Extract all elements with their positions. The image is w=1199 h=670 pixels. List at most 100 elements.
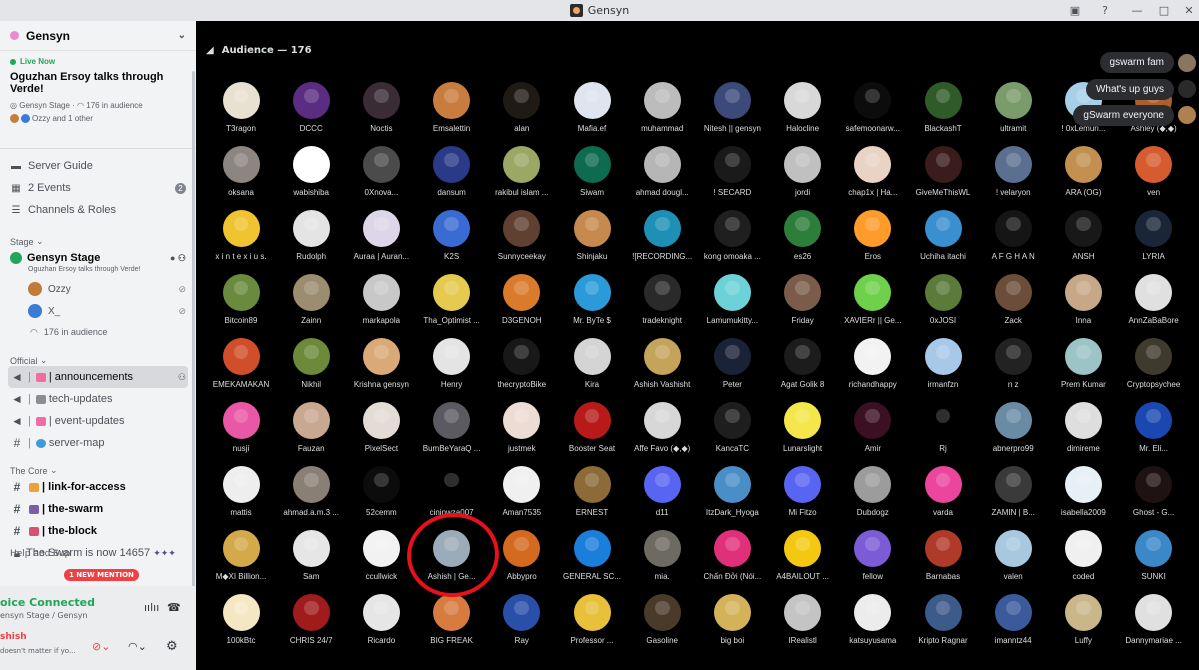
live-now-card[interactable]: Live Now Oguzhan Ersoy talks through Ver… — [0, 51, 196, 149]
audience-member[interactable]: Auraa | Auran... — [346, 210, 416, 274]
audience-member[interactable]: Ghost - G... — [1119, 466, 1189, 530]
audience-member[interactable]: Bitcoin89 — [206, 274, 276, 338]
audience-member[interactable]: Mr. ByTe $ — [557, 274, 627, 338]
audience-member[interactable]: D3GENOH — [487, 274, 557, 338]
nav-events[interactable]: ▦ 2 Events 2 — [0, 177, 196, 199]
audience-member[interactable]: Friday — [768, 274, 838, 338]
audience-member[interactable]: thecryptoBike — [487, 338, 557, 402]
voice-location[interactable]: ensyn Stage / Gensyn — [0, 611, 88, 620]
audience-member[interactable]: isabella2009 — [1048, 466, 1118, 530]
audience-member[interactable]: CHRIS 24/7 — [276, 594, 346, 658]
signal-icon[interactable]: ıılıı — [144, 601, 159, 614]
audience-member[interactable]: AnnZaBaBore — [1119, 274, 1189, 338]
chat-icon[interactable]: ● ⚇ — [170, 253, 186, 264]
audience-member[interactable]: Chấn Đởi (Nói... — [697, 530, 767, 594]
audience-member[interactable]: big boi — [697, 594, 767, 658]
audience-member[interactable]: Prem Kumar — [1048, 338, 1118, 402]
headphones-icon[interactable]: ◠⌄ — [128, 640, 147, 653]
audience-member[interactable]: A4BAILOUT ... — [768, 530, 838, 594]
audience-member[interactable]: DCCC — [276, 82, 346, 146]
audience-member[interactable]: richandhappy — [838, 338, 908, 402]
audience-member[interactable]: 52cemm — [346, 466, 416, 530]
audience-member[interactable]: ERNEST — [557, 466, 627, 530]
audience-member[interactable]: x i n t e x i u s. — [206, 210, 276, 274]
audience-member[interactable]: Gasoline — [627, 594, 697, 658]
audience-member[interactable]: XAVIERr || Ge... — [838, 274, 908, 338]
user-name[interactable]: shish — [0, 632, 27, 642]
stage-user[interactable]: Ozzy ⊘ — [0, 278, 196, 300]
audience-member[interactable]: varda — [908, 466, 978, 530]
audience-member[interactable]: Agat Golik 8 — [768, 338, 838, 402]
audience-member[interactable]: dansum — [417, 146, 487, 210]
audience-member[interactable]: markapola — [346, 274, 416, 338]
audience-member[interactable]: T3ragon — [206, 82, 276, 146]
audience-member[interactable]: imanntz44 — [978, 594, 1048, 658]
audience-member[interactable]: nusji — [206, 402, 276, 466]
sidebar-scrollbar[interactable] — [192, 71, 195, 601]
channel-the-block[interactable]: # | the-block — [8, 520, 188, 542]
audience-member[interactable]: K2S — [417, 210, 487, 274]
audience-member[interactable]: Siwam — [557, 146, 627, 210]
audience-member[interactable]: Mr. Eli... — [1119, 402, 1189, 466]
audience-member[interactable]: ! SECARD — [697, 146, 767, 210]
audience-member[interactable]: rakibul islam ... — [487, 146, 557, 210]
channel-tech-updates[interactable]: ◄ | tech-updates — [8, 388, 188, 410]
audience-member[interactable]: Dannymariae ... — [1119, 594, 1189, 658]
category-help[interactable]: Help and Sup — [0, 547, 196, 561]
audience-member[interactable]: 0xJOSI — [908, 274, 978, 338]
audience-member[interactable]: Ashish Vashisht — [627, 338, 697, 402]
audience-member[interactable]: Luffy — [1048, 594, 1118, 658]
audience-member[interactable]: KancaTC — [697, 402, 767, 466]
audience-member[interactable]: tradeknight — [627, 274, 697, 338]
audience-member[interactable]: jordi — [768, 146, 838, 210]
audience-member[interactable]: Noctis — [346, 82, 416, 146]
audience-member[interactable]: SUNKI — [1119, 530, 1189, 594]
audience-member[interactable]: Lunarslight — [768, 402, 838, 466]
audience-member[interactable]: Zainn — [276, 274, 346, 338]
gear-icon[interactable]: ⚙ — [166, 639, 178, 654]
channel-announcements[interactable]: ◄ | | announcements ⚇ — [8, 366, 188, 388]
category-the-core[interactable]: The Core ⌄ — [0, 458, 196, 476]
category-official[interactable]: Official ⌄ — [0, 348, 196, 366]
audience-member[interactable]: d11 — [627, 466, 697, 530]
stage-audience[interactable]: ◠ 176 in audience — [0, 322, 196, 342]
audience-member[interactable]: Peter — [697, 338, 767, 402]
audience-member[interactable]: Ray — [487, 594, 557, 658]
audience-member[interactable]: BumBeYaraQ ... — [417, 402, 487, 466]
audience-member[interactable]: mattis — [206, 466, 276, 530]
audience-member[interactable]: n z — [978, 338, 1048, 402]
audience-member[interactable]: coded — [1048, 530, 1118, 594]
audience-member[interactable]: katsuyusama — [838, 594, 908, 658]
add-member-icon[interactable]: ⚇ — [178, 372, 186, 383]
audience-member[interactable]: Ricardo — [346, 594, 416, 658]
maximize-button[interactable]: □ — [1155, 2, 1173, 18]
audience-member[interactable]: dimireme — [1048, 402, 1118, 466]
audience-member[interactable]: ! velaryon — [978, 146, 1048, 210]
audience-member[interactable]: 100kBtc — [206, 594, 276, 658]
audience-member[interactable]: ultramit — [978, 82, 1048, 146]
audience-member[interactable]: ahmad dougl... — [627, 146, 697, 210]
audience-member[interactable]: GENERAL SC... — [557, 530, 627, 594]
disconnect-icon[interactable]: ☎ — [167, 601, 181, 614]
audience-member[interactable]: Shinjaku — [557, 210, 627, 274]
audience-member[interactable]: chap1x | Ha... — [838, 146, 908, 210]
audience-member[interactable]: Amir — [838, 402, 908, 466]
audience-member[interactable]: Cryptopsychee — [1119, 338, 1189, 402]
audience-member[interactable]: Rj — [908, 402, 978, 466]
audience-member[interactable]: ItzDark_Hyoga — [697, 466, 767, 530]
audience-member[interactable]: BIG FREAK — [417, 594, 487, 658]
audience-member[interactable]: irmanfzn — [908, 338, 978, 402]
audience-member[interactable]: 0Xnova... — [346, 146, 416, 210]
audience-member[interactable]: Kripto Ragnar — [908, 594, 978, 658]
audience-member[interactable]: Barnabas — [908, 530, 978, 594]
inbox-icon[interactable]: ▣ — [1066, 2, 1084, 18]
audience-member[interactable]: Mi Fitzo — [768, 466, 838, 530]
audience-member[interactable]: fellow — [838, 530, 908, 594]
audience-member[interactable]: ven — [1119, 146, 1189, 210]
audience-member[interactable]: BlackashT — [908, 82, 978, 146]
audience-member[interactable]: ccullwick — [346, 530, 416, 594]
audience-member[interactable]: ARA (OG) — [1048, 146, 1118, 210]
new-mention-pill[interactable]: 1 NEW MENTION — [64, 569, 139, 581]
audience-member[interactable]: ZAMIN | B... — [978, 466, 1048, 530]
audience-member[interactable]: kong omoaka ... — [697, 210, 767, 274]
